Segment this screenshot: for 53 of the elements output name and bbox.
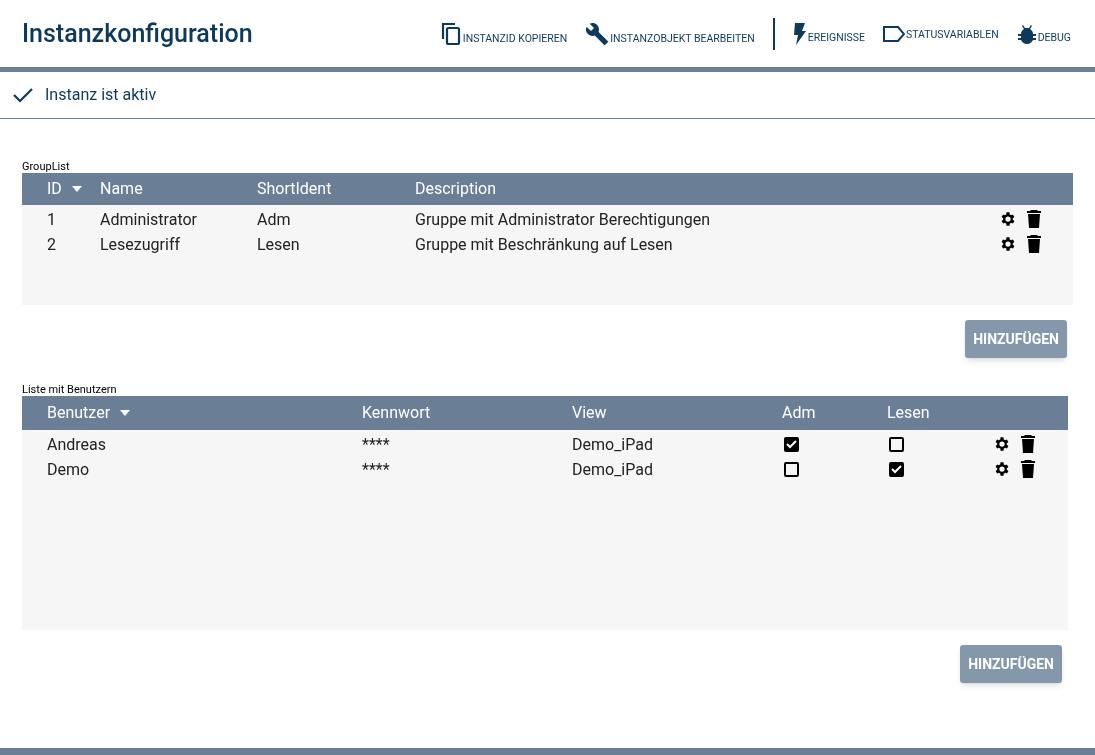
- delete-icon[interactable]: [1021, 460, 1035, 478]
- sort-caret-icon: [120, 410, 131, 416]
- table-cell-text: 1: [47, 209, 56, 231]
- table-cell-text: Gruppe mit Beschränkung auf Lesen: [415, 234, 673, 256]
- lightning-bolt-icon: [792, 22, 807, 45]
- label-tag-icon: [882, 25, 905, 42]
- table-cell-text: Andreas: [47, 434, 106, 456]
- add-button[interactable]: HINZUFÜGEN: [965, 320, 1067, 358]
- toolbar-button[interactable]: STATUSVARIABLEN: [882, 25, 999, 42]
- toolbar-button[interactable]: DEBUG: [1016, 22, 1071, 45]
- column-header[interactable]: Adm: [782, 401, 816, 425]
- delete-icon[interactable]: [1027, 235, 1041, 253]
- table-cell-text: Demo_iPad: [572, 459, 653, 481]
- add-button[interactable]: HINZUFÜGEN: [960, 645, 1062, 683]
- table-caption: Liste mit Benutzern: [22, 383, 118, 396]
- delete-icon[interactable]: [1021, 435, 1035, 453]
- table-cell-text: 2: [47, 234, 56, 256]
- wrench-icon: [585, 21, 610, 46]
- status-text: Instanz ist aktiv: [45, 84, 157, 106]
- column-header[interactable]: Description: [415, 177, 496, 201]
- sort-caret-icon: [71, 186, 82, 192]
- column-header[interactable]: ShortIdent: [257, 177, 332, 201]
- delete-icon[interactable]: [1027, 210, 1041, 228]
- toolbar-button[interactable]: INSTANZID KOPIEREN: [439, 21, 568, 46]
- column-header[interactable]: Kennwort: [362, 401, 431, 425]
- column-header[interactable]: Benutzer: [47, 401, 131, 425]
- bug-icon: [1016, 22, 1037, 45]
- column-header[interactable]: Lesen: [887, 401, 930, 425]
- table-cell-text: Gruppe mit Administrator Berechtigungen: [415, 209, 711, 231]
- settings-icon[interactable]: [999, 210, 1017, 228]
- settings-icon[interactable]: [993, 460, 1011, 478]
- table-cell-text: ****: [362, 459, 390, 481]
- column-header[interactable]: Name: [100, 177, 143, 201]
- table-cell-text: Demo: [47, 459, 90, 481]
- table-cell-text: Lesen: [257, 234, 300, 256]
- toolbar-button[interactable]: INSTANZOBJEKT BEARBEITEN: [585, 21, 755, 46]
- table-cell-text: Administrator: [100, 209, 198, 231]
- checkbox[interactable]: [889, 462, 904, 477]
- checkbox[interactable]: [784, 437, 799, 452]
- table-cell-text: Demo_iPad: [572, 434, 653, 456]
- toolbar-button[interactable]: EREIGNISSE: [792, 22, 865, 45]
- settings-icon[interactable]: [999, 235, 1017, 253]
- page-title: Instanzkonfiguration: [22, 17, 254, 50]
- table-cell-text: Lesezugriff: [100, 234, 181, 256]
- table-caption: GroupList: [22, 160, 71, 173]
- table-cell-text: ****: [362, 434, 390, 456]
- column-header[interactable]: ID: [47, 177, 82, 201]
- checkbox[interactable]: [784, 462, 799, 477]
- table-cell-text: Adm: [257, 209, 291, 231]
- column-header[interactable]: View: [572, 401, 607, 425]
- copy-icon: [439, 21, 462, 46]
- checkbox[interactable]: [889, 437, 904, 452]
- settings-icon[interactable]: [993, 435, 1011, 453]
